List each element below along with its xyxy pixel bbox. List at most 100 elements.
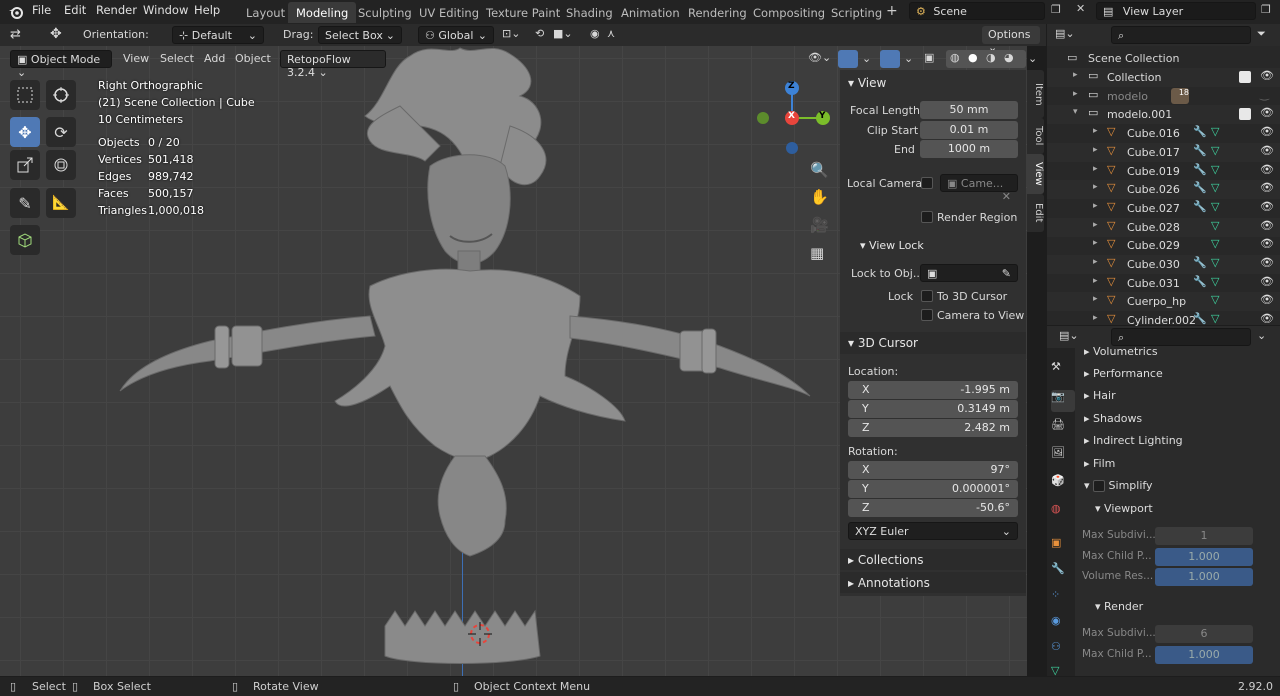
- object-properties-icon[interactable]: ▣: [1051, 536, 1075, 558]
- outliner-row[interactable]: ▸ ▽ Cuerpo_hp ▽ 👁: [1047, 292, 1280, 312]
- prop-simplify[interactable]: ▾ Simplify: [1084, 479, 1153, 492]
- render-max-child-field[interactable]: 1.000: [1155, 646, 1253, 664]
- render-max-subdiv-field[interactable]: 6: [1155, 625, 1253, 643]
- visibility-eye-icon[interactable]: 👁: [1260, 219, 1274, 232]
- simplify-checkbox[interactable]: [1093, 480, 1106, 492]
- tab-animation[interactable]: Animation: [613, 2, 688, 23]
- rotate-tool[interactable]: ⟳: [46, 117, 76, 147]
- tab-layout[interactable]: Layout: [238, 2, 293, 23]
- outliner-row[interactable]: ▸ ▭ modelo 18 ‿: [1047, 87, 1280, 106]
- visibility-eye-icon[interactable]: 👁: [1260, 69, 1274, 82]
- world-properties-icon[interactable]: ◍: [1051, 502, 1075, 524]
- modifier-properties-icon[interactable]: 🔧: [1051, 562, 1075, 584]
- mesh-data-icon[interactable]: ▽: [1211, 125, 1219, 138]
- exclude-checkbox[interactable]: [1239, 71, 1251, 83]
- pan-hand-icon[interactable]: ✋: [810, 188, 829, 206]
- mesh-data-icon[interactable]: ▽: [1211, 200, 1219, 213]
- cursor-section-header[interactable]: ▾ 3D Cursor: [840, 332, 1026, 354]
- view-lock-header[interactable]: ▾ View Lock: [860, 239, 924, 252]
- expand-arrow-icon[interactable]: ▾: [1073, 107, 1078, 117]
- modifier-icon[interactable]: 🔧: [1193, 275, 1207, 288]
- tab-tool[interactable]: Tool: [1027, 118, 1044, 154]
- outliner-editor-icon[interactable]: ▤⌄: [1055, 27, 1075, 40]
- expand-arrow-icon[interactable]: ▸: [1073, 70, 1078, 80]
- modifier-icon[interactable]: 🔧: [1193, 181, 1207, 194]
- new-scene-icon[interactable]: ❐: [1051, 3, 1061, 16]
- tab-scripting[interactable]: Scripting: [823, 2, 890, 23]
- mesh-data-icon[interactable]: ▽: [1211, 163, 1219, 176]
- output-properties-icon[interactable]: 🖨: [1051, 418, 1075, 440]
- transform-tool[interactable]: [46, 150, 76, 180]
- expand-arrow-icon[interactable]: ▸: [1093, 257, 1098, 267]
- prop-shadows[interactable]: ▸ Shadows: [1084, 412, 1142, 425]
- outliner-row[interactable]: ▸ ▽ Cube.026 🔧 ▽ 👁: [1047, 180, 1280, 200]
- visibility-eye-icon[interactable]: 👁: [1260, 181, 1274, 194]
- scene-properties-icon[interactable]: 🎲: [1051, 474, 1075, 496]
- physics-properties-icon[interactable]: ◉: [1051, 614, 1075, 636]
- visibility-eye-icon[interactable]: 👁: [1260, 256, 1274, 269]
- scene-selector[interactable]: ⚙ Scene: [909, 2, 1045, 20]
- navigation-gizmo[interactable]: Z Y X: [755, 78, 835, 158]
- camera-to-view-checkbox[interactable]: [921, 309, 933, 321]
- outliner-root[interactable]: ▭ Scene Collection: [1047, 49, 1280, 68]
- mesh-data-icon[interactable]: ▽: [1211, 275, 1219, 288]
- expand-arrow-icon[interactable]: ▸: [1073, 89, 1078, 99]
- view-layer-selector[interactable]: ▤ View Layer: [1096, 2, 1256, 20]
- properties-options-icon[interactable]: ⌄: [1257, 329, 1266, 342]
- mesh-data-icon[interactable]: ▽: [1211, 144, 1219, 157]
- prop-volumetrics[interactable]: ▸ Volumetrics: [1084, 345, 1158, 358]
- transform-orientation-dropdown[interactable]: ⚇ Global ⌄: [418, 26, 494, 44]
- clip-end-field[interactable]: 1000 m: [920, 140, 1018, 158]
- viewport-max-subdiv-field[interactable]: 1: [1155, 527, 1253, 545]
- xray-icon[interactable]: ▣: [924, 51, 934, 64]
- visibility-eye-icon[interactable]: 👁: [1260, 144, 1274, 157]
- visibility-eye-icon[interactable]: 👁: [1260, 163, 1274, 176]
- blender-logo-icon[interactable]: [8, 4, 24, 20]
- visibility-eye-icon[interactable]: 👁: [1260, 106, 1274, 119]
- camera-view-icon[interactable]: 🎥: [810, 216, 829, 234]
- focal-length-field[interactable]: 50 mm: [920, 101, 1018, 119]
- orientation-dropdown[interactable]: ⊹ Default ⌄: [172, 26, 264, 44]
- expand-arrow-icon[interactable]: ▸: [1093, 164, 1098, 174]
- tab-sculpting[interactable]: Sculpting: [350, 2, 420, 23]
- select-box-tool[interactable]: [10, 80, 40, 110]
- clear-icon[interactable]: ✕: [1002, 190, 1011, 203]
- zoom-icon[interactable]: 🔍: [810, 161, 829, 179]
- expand-arrow-icon[interactable]: ▸: [1093, 276, 1098, 286]
- tab-view[interactable]: View: [1027, 154, 1044, 194]
- material-shading-icon[interactable]: ◑: [986, 51, 996, 64]
- modifier-icon[interactable]: 🔧: [1193, 312, 1207, 325]
- prop-hair[interactable]: ▸ Hair: [1084, 389, 1116, 402]
- add-workspace-icon[interactable]: +: [886, 3, 898, 19]
- modifier-icon[interactable]: 🔧: [1193, 144, 1207, 157]
- add-cube-tool[interactable]: [10, 225, 40, 255]
- mesh-data-icon[interactable]: ▽: [1211, 256, 1219, 269]
- visibility-eye-icon[interactable]: 👁: [1260, 312, 1274, 325]
- outliner-row[interactable]: ▸ ▽ Cube.016 🔧 ▽ 👁: [1047, 124, 1280, 143]
- outliner-row[interactable]: ▸ ▽ Cube.029 ▽ 👁: [1047, 236, 1280, 255]
- outliner-search[interactable]: ⌕: [1111, 26, 1251, 44]
- rotation-mode-dropdown[interactable]: XYZ Euler ⌄: [848, 522, 1018, 540]
- visibility-eye-icon[interactable]: 👁: [1260, 293, 1274, 306]
- tab-rendering[interactable]: Rendering: [680, 2, 755, 23]
- lock-to-object-field[interactable]: ▣ ✎: [920, 264, 1018, 282]
- shading-dropdown-icon[interactable]: ⌄: [1028, 52, 1037, 65]
- modifier-icon[interactable]: 🔧: [1193, 200, 1207, 213]
- snap-target-icon[interactable]: ■⌄: [553, 27, 573, 40]
- menu-window[interactable]: Window: [143, 3, 188, 17]
- exclude-checkbox[interactable]: [1239, 108, 1251, 121]
- visibility-eye-icon[interactable]: 👁: [1260, 200, 1274, 213]
- rotation-x-field[interactable]: X 97°: [848, 461, 1018, 479]
- collections-section-header[interactable]: ▸ Collections: [840, 549, 1026, 570]
- overlay-dropdown-icon[interactable]: ⌄: [904, 52, 913, 65]
- tab-compositing[interactable]: Compositing: [745, 2, 833, 23]
- outliner-row[interactable]: ▸ ▽ Cube.017 🔧 ▽ 👁: [1047, 142, 1280, 162]
- tab-shading[interactable]: Shading: [558, 2, 621, 23]
- modifier-icon[interactable]: 🔧: [1193, 256, 1207, 269]
- mesh-data-icon[interactable]: ▽: [1211, 293, 1219, 306]
- mesh-data-icon[interactable]: ▽: [1211, 181, 1219, 194]
- prop-render-subpanel[interactable]: ▾ Render: [1095, 600, 1143, 613]
- constraints-properties-icon[interactable]: ⚇: [1051, 640, 1075, 662]
- pivot-point-icon[interactable]: ⊡⌄: [502, 27, 520, 40]
- local-camera-field[interactable]: ▣ Came... ✕: [940, 174, 1018, 203]
